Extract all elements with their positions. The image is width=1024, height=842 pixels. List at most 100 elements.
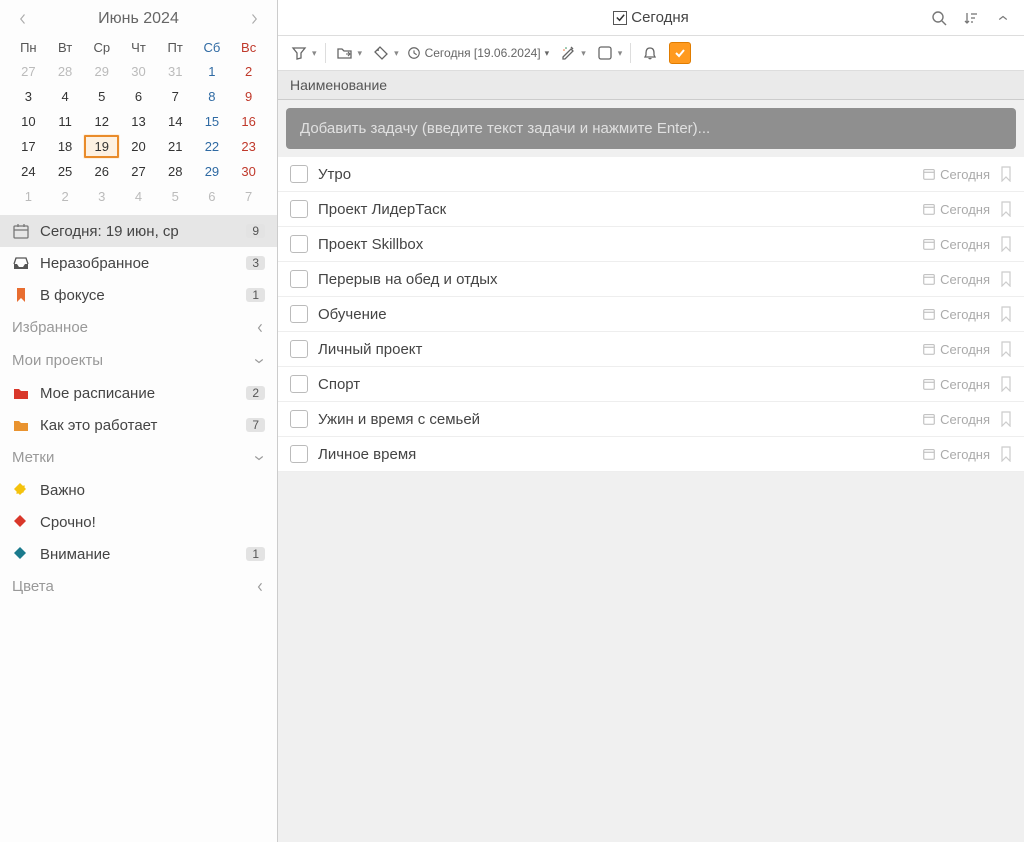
calendar-day[interactable]: 9 <box>230 84 267 109</box>
next-month-button[interactable] <box>247 12 261 26</box>
calendar-day[interactable]: 1 <box>10 184 47 209</box>
calendar-day[interactable]: 5 <box>157 184 194 209</box>
task-date-label: Сегодня <box>940 237 990 252</box>
calendar-day[interactable]: 22 <box>194 134 231 159</box>
nav-tag-important[interactable]: Важно <box>0 474 277 506</box>
calendar-day[interactable]: 26 <box>83 159 120 184</box>
calendar-day[interactable]: 15 <box>194 109 231 134</box>
task-row[interactable]: УтроСегодня <box>278 157 1024 192</box>
calendar-day[interactable]: 27 <box>10 59 47 84</box>
calendar-day[interactable]: 2 <box>230 59 267 84</box>
calendar-day[interactable]: 24 <box>10 159 47 184</box>
add-task-input[interactable]: Добавить задачу (введите текст задачи и … <box>286 108 1016 149</box>
nav-section-colors[interactable]: Цвета <box>0 570 277 603</box>
toolbar-date-picker[interactable]: Сегодня [19.06.2024] ▾ <box>407 46 550 60</box>
nav-section-tags[interactable]: Метки <box>0 441 277 474</box>
task-title: Спорт <box>318 376 912 393</box>
task-checkbox[interactable] <box>290 410 308 428</box>
calendar-day[interactable]: 21 <box>157 134 194 159</box>
nav-list: Сегодня: 19 июн, ср 9 Неразобранное 3 В … <box>0 215 277 842</box>
task-checkbox[interactable] <box>290 340 308 358</box>
calendar-day[interactable]: 4 <box>120 184 157 209</box>
calendar-day[interactable]: 27 <box>120 159 157 184</box>
task-checkbox[interactable] <box>290 375 308 393</box>
task-checkbox[interactable] <box>290 165 308 183</box>
task-row[interactable]: Проект SkillboxСегодня <box>278 227 1024 262</box>
bookmark-icon[interactable] <box>1000 446 1012 462</box>
bookmark-icon[interactable] <box>1000 341 1012 357</box>
calendar-day[interactable]: 12 <box>83 109 120 134</box>
tag-assign-button[interactable] <box>370 42 392 64</box>
task-row[interactable]: Перерыв на обед и отдыхСегодня <box>278 262 1024 297</box>
sort-button[interactable] <box>960 7 982 29</box>
task-checkbox[interactable] <box>290 235 308 253</box>
bookmark-icon[interactable] <box>1000 271 1012 287</box>
calendar-day[interactable]: 25 <box>47 159 84 184</box>
calendar-day[interactable]: 13 <box>120 109 157 134</box>
nav-project-howitworks[interactable]: Как это работает 7 <box>0 409 277 441</box>
calendar-day[interactable]: 28 <box>157 159 194 184</box>
task-checkbox[interactable] <box>290 445 308 463</box>
task-row[interactable]: СпортСегодня <box>278 367 1024 402</box>
nav-today[interactable]: Сегодня: 19 июн, ср 9 <box>0 215 277 247</box>
search-button[interactable] <box>928 7 950 29</box>
bookmark-icon[interactable] <box>1000 411 1012 427</box>
nav-focus[interactable]: В фокусе 1 <box>0 279 277 311</box>
task-row[interactable]: Личный проектСегодня <box>278 332 1024 367</box>
calendar-day[interactable]: 19 <box>83 134 120 159</box>
calendar-day[interactable]: 2 <box>47 184 84 209</box>
task-row[interactable]: Проект ЛидерТаскСегодня <box>278 192 1024 227</box>
calendar-day[interactable]: 14 <box>157 109 194 134</box>
calendar-day[interactable]: 23 <box>230 134 267 159</box>
bookmark-icon[interactable] <box>1000 376 1012 392</box>
calendar-day[interactable]: 4 <box>47 84 84 109</box>
task-checkbox[interactable] <box>290 200 308 218</box>
nav-project-schedule[interactable]: Мое расписание 2 <box>0 377 277 409</box>
calendar-day[interactable]: 29 <box>83 59 120 84</box>
task-row[interactable]: Личное времяСегодня <box>278 437 1024 472</box>
bookmark-icon[interactable] <box>1000 236 1012 252</box>
calendar-day[interactable]: 20 <box>120 134 157 159</box>
calendar-day[interactable]: 29 <box>194 159 231 184</box>
nav-inbox[interactable]: Неразобранное 3 <box>0 247 277 279</box>
task-row[interactable]: ОбучениеСегодня <box>278 297 1024 332</box>
calendar-day[interactable]: 6 <box>120 84 157 109</box>
nav-tag-attention[interactable]: Внимание 1 <box>0 538 277 570</box>
calendar-day[interactable]: 11 <box>47 109 84 134</box>
task-checkbox[interactable] <box>290 305 308 323</box>
calendar-day[interactable]: 30 <box>230 159 267 184</box>
calendar-day[interactable]: 28 <box>47 59 84 84</box>
bookmark-icon[interactable] <box>1000 306 1012 322</box>
calendar-day[interactable]: 3 <box>10 84 47 109</box>
calendar-day[interactable]: 10 <box>10 109 47 134</box>
calendar-day[interactable]: 30 <box>120 59 157 84</box>
checklist-button[interactable] <box>594 42 616 64</box>
calendar-day[interactable]: 8 <box>194 84 231 109</box>
task-row[interactable]: Ужин и время с семьейСегодня <box>278 402 1024 437</box>
bookmark-icon[interactable] <box>1000 166 1012 182</box>
complete-toggle-button[interactable] <box>669 42 691 64</box>
task-checkbox[interactable] <box>290 270 308 288</box>
prev-month-button[interactable] <box>16 12 30 26</box>
calendar-day[interactable]: 3 <box>83 184 120 209</box>
reminder-button[interactable] <box>639 42 661 64</box>
calendar-day[interactable]: 18 <box>47 134 84 159</box>
bookmark-icon[interactable] <box>1000 201 1012 217</box>
nav-section-projects[interactable]: Мои проекты <box>0 344 277 377</box>
color-button[interactable] <box>557 42 579 64</box>
nav-section-favorites[interactable]: Избранное <box>0 311 277 344</box>
nav-tag-urgent[interactable]: Срочно! <box>0 506 277 538</box>
nav-tag-attention-label: Внимание <box>40 546 236 563</box>
calendar-day[interactable]: 1 <box>194 59 231 84</box>
calendar-day[interactable]: 6 <box>194 184 231 209</box>
filter-button[interactable] <box>288 42 310 64</box>
calendar-day[interactable]: 17 <box>10 134 47 159</box>
collapse-button[interactable] <box>992 7 1014 29</box>
calendar-day[interactable]: 7 <box>230 184 267 209</box>
calendar-day[interactable]: 5 <box>83 84 120 109</box>
calendar-day[interactable]: 16 <box>230 109 267 134</box>
move-to-project-button[interactable] <box>334 42 356 64</box>
calendar-day[interactable]: 7 <box>157 84 194 109</box>
nav-tag-attention-badge: 1 <box>246 547 265 561</box>
calendar-day[interactable]: 31 <box>157 59 194 84</box>
